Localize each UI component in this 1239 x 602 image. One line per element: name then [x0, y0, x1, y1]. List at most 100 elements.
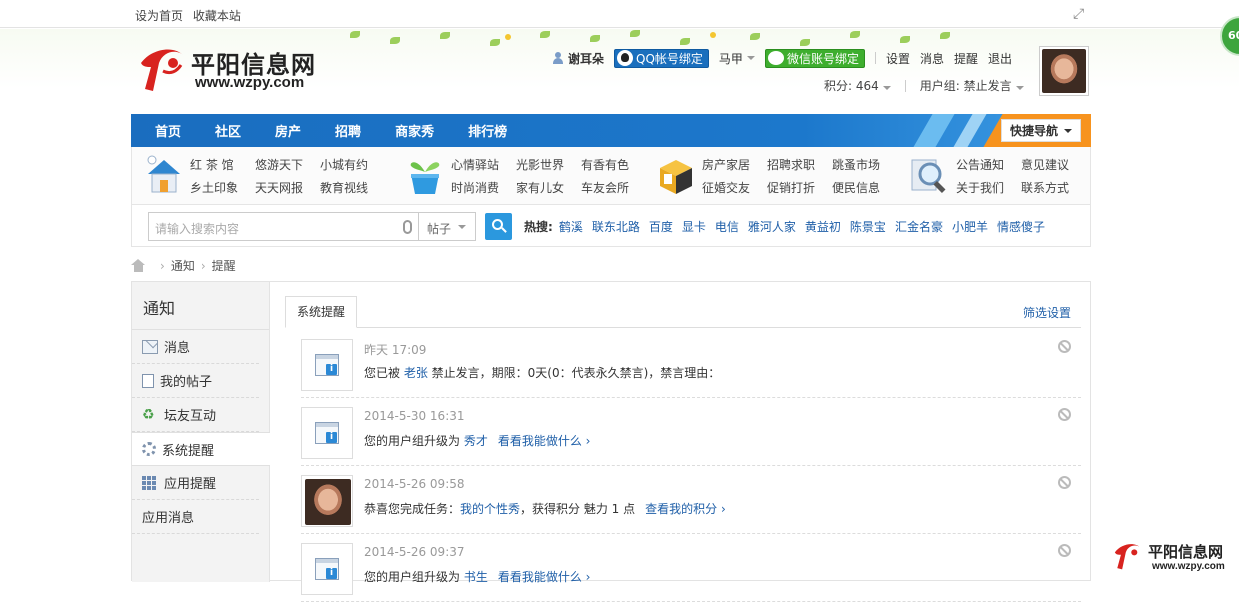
nav-item-jobs[interactable]: 招聘	[335, 121, 361, 140]
notice-text-post: ，获得积分 魅力 1 点	[520, 502, 636, 516]
category-link[interactable]: 心情驿站	[451, 156, 516, 173]
site-logo[interactable]: 平阳信息网 www.wzpy.com	[133, 39, 323, 99]
messages-link[interactable]: 消息	[920, 50, 944, 67]
search-button[interactable]	[485, 213, 512, 240]
filter-settings-link[interactable]: 筛选设置	[1023, 304, 1071, 321]
category-link[interactable]: 家有儿女	[516, 179, 581, 196]
nav-item-rankings[interactable]: 排行榜	[468, 121, 507, 140]
sidebar-title: 通知	[143, 299, 176, 318]
notice-more-link[interactable]: 查看我的积分 ›	[645, 502, 726, 516]
user-bar: 谢耳朵 QQ帐号绑定 马甲 微信账号绑定 设置 消息 提醒 退出	[552, 47, 1022, 69]
user-stats: 积分: 464 用户组: 禁止发言	[824, 77, 1024, 94]
username-link[interactable]: 谢耳朵	[552, 50, 604, 67]
qq-bind-button[interactable]: QQ帐号绑定	[614, 48, 709, 68]
category-link[interactable]: 车友会所	[581, 179, 646, 196]
notice-text-pre: 恭喜您完成任务：	[364, 502, 461, 516]
list-item: i 2014-5-30 16:31 您的用户组升级为 秀才 看看我能做什么 ›	[301, 398, 1081, 466]
hot-search-link[interactable]: 电信	[715, 218, 739, 235]
notice-text: 您已被 老张 禁止发言，期限：0天(0：代表永久禁言)，禁言理由：	[364, 364, 720, 381]
notice-group-link[interactable]: 书生	[464, 570, 488, 584]
footer-logo: 平阳信息网 www.wzpy.com	[1110, 537, 1235, 577]
hot-search-link[interactable]: 黄益初	[805, 218, 841, 235]
hot-search-link[interactable]: 小肥羊	[952, 218, 988, 235]
notice-text-pre: 您的用户组升级为	[364, 434, 464, 448]
category-link[interactable]: 联系方式	[1021, 179, 1086, 196]
delete-icon[interactable]	[1058, 408, 1071, 421]
sidebar-item-my-posts[interactable]: 我的帖子	[132, 364, 259, 398]
category-link[interactable]: 跳蚤市场	[832, 156, 897, 173]
expand-icon[interactable]: ⤢	[1073, 6, 1089, 22]
category-link[interactable]: 乡土印象	[190, 179, 255, 196]
notice-task-link[interactable]: 我的个性秀	[460, 502, 520, 516]
house-icon	[147, 155, 180, 193]
horse-dropdown[interactable]: 马甲	[719, 50, 755, 67]
delete-icon[interactable]	[1058, 340, 1071, 353]
sidebar-item-messages[interactable]: 消息	[132, 330, 259, 364]
category-link[interactable]: 小城有约	[320, 156, 385, 173]
notice-more-link[interactable]: 看看我能做什么 ›	[498, 570, 591, 584]
nav-item-home[interactable]: 首页	[155, 121, 181, 140]
category-link[interactable]: 时尚消费	[451, 179, 516, 196]
category-link[interactable]: 房产家居	[702, 156, 767, 173]
settings-link[interactable]: 设置	[886, 50, 910, 67]
category-link[interactable]: 天天网报	[255, 179, 320, 196]
chevron-down-icon	[1064, 128, 1072, 133]
magnifier-icon	[911, 159, 946, 194]
home-icon[interactable]	[131, 259, 146, 272]
notice-text-post: 禁止发言，期限：0天(0：代表永久禁言)，禁言理由：	[427, 366, 721, 380]
hot-search-link[interactable]: 显卡	[682, 218, 706, 235]
list-item: i 昨天 17:09 您已被 老张 禁止发言，期限：0天(0：代表永久禁言)，禁…	[301, 330, 1081, 398]
sidebar-item-app-messages[interactable]: 应用消息	[132, 500, 259, 534]
category-link[interactable]: 公告通知	[956, 156, 1021, 173]
hot-search-link[interactable]: 汇金名豪	[895, 218, 943, 235]
group-dropdown[interactable]: 用户组: 禁止发言	[920, 77, 1024, 94]
category-link[interactable]: 有香有色	[581, 156, 646, 173]
wechat-bind-button[interactable]: 微信账号绑定	[764, 48, 865, 68]
tab-system-reminders[interactable]: 系统提醒	[285, 296, 358, 328]
breadcrumb-item[interactable]: 通知	[171, 257, 195, 274]
category-link[interactable]: 意见建议	[1021, 156, 1086, 173]
hot-search-link[interactable]: 陈景宝	[850, 218, 886, 235]
bookmark-link[interactable]: 收藏本站	[193, 9, 241, 23]
hot-search-link[interactable]: 雅河人家	[748, 218, 796, 235]
sidebar-item-interactions[interactable]: ♻ 坛友互动	[132, 398, 259, 432]
delete-icon[interactable]	[1058, 544, 1071, 557]
notice-group-link[interactable]: 秀才	[464, 434, 488, 448]
site-header: 平阳信息网 www.wzpy.com 谢耳朵 QQ帐号绑定 马甲 微信账号绑定 …	[0, 29, 1239, 114]
set-home-link[interactable]: 设为首页	[135, 9, 183, 23]
hot-search-link[interactable]: 情感傻子	[997, 218, 1045, 235]
reminders-link[interactable]: 提醒	[954, 50, 978, 67]
avatar[interactable]	[1039, 46, 1089, 96]
logout-link[interactable]: 退出	[988, 50, 1012, 67]
sidebar-item-app-reminders[interactable]: 应用提醒	[132, 466, 259, 500]
search-bar: 请输入搜索内容 帖子 热搜: 鹤溪 联东北路 百度 显卡 电信 雅河人家 黄益初…	[131, 205, 1091, 247]
category-link[interactable]: 招聘求职	[767, 156, 832, 173]
quick-nav-button[interactable]: 快捷导航	[1001, 119, 1081, 142]
search-input[interactable]: 请输入搜索内容	[148, 212, 418, 241]
delete-icon[interactable]	[1058, 476, 1071, 489]
search-type-select[interactable]: 帖子	[418, 212, 476, 241]
nav-item-merchants[interactable]: 商家秀	[395, 121, 434, 140]
category-link[interactable]: 征婚交友	[702, 179, 767, 196]
hot-search-link[interactable]: 百度	[649, 218, 673, 235]
notice-text-pre: 您已被	[364, 366, 404, 380]
sidebar-item-system-reminders[interactable]: 系统提醒	[132, 432, 270, 466]
category-link[interactable]: 悠游天下	[255, 156, 320, 173]
footer-logo-name: 平阳信息网	[1148, 543, 1224, 561]
notice-user-link[interactable]: 老张	[404, 366, 428, 380]
hot-search-link[interactable]: 联东北路	[592, 218, 640, 235]
points-dropdown[interactable]: 积分: 464	[824, 77, 891, 94]
microphone-icon[interactable]	[403, 220, 412, 234]
nav-item-realestate[interactable]: 房产	[275, 121, 301, 140]
hot-search-link[interactable]: 鹤溪	[559, 218, 583, 235]
group-label: 用户组: 禁止发言	[919, 79, 1012, 93]
notice-more-link[interactable]: 看看我能做什么 ›	[498, 434, 591, 448]
category-link[interactable]: 红 茶 馆	[190, 156, 255, 173]
category-link[interactable]: 关于我们	[956, 179, 1021, 196]
category-link[interactable]: 教育视线	[320, 179, 385, 196]
category-link[interactable]: 促销打折	[767, 179, 832, 196]
breadcrumb-item[interactable]: 提醒	[212, 257, 236, 274]
category-link[interactable]: 便民信息	[832, 179, 897, 196]
nav-item-community[interactable]: 社区	[215, 121, 241, 140]
category-link[interactable]: 光影世界	[516, 156, 581, 173]
